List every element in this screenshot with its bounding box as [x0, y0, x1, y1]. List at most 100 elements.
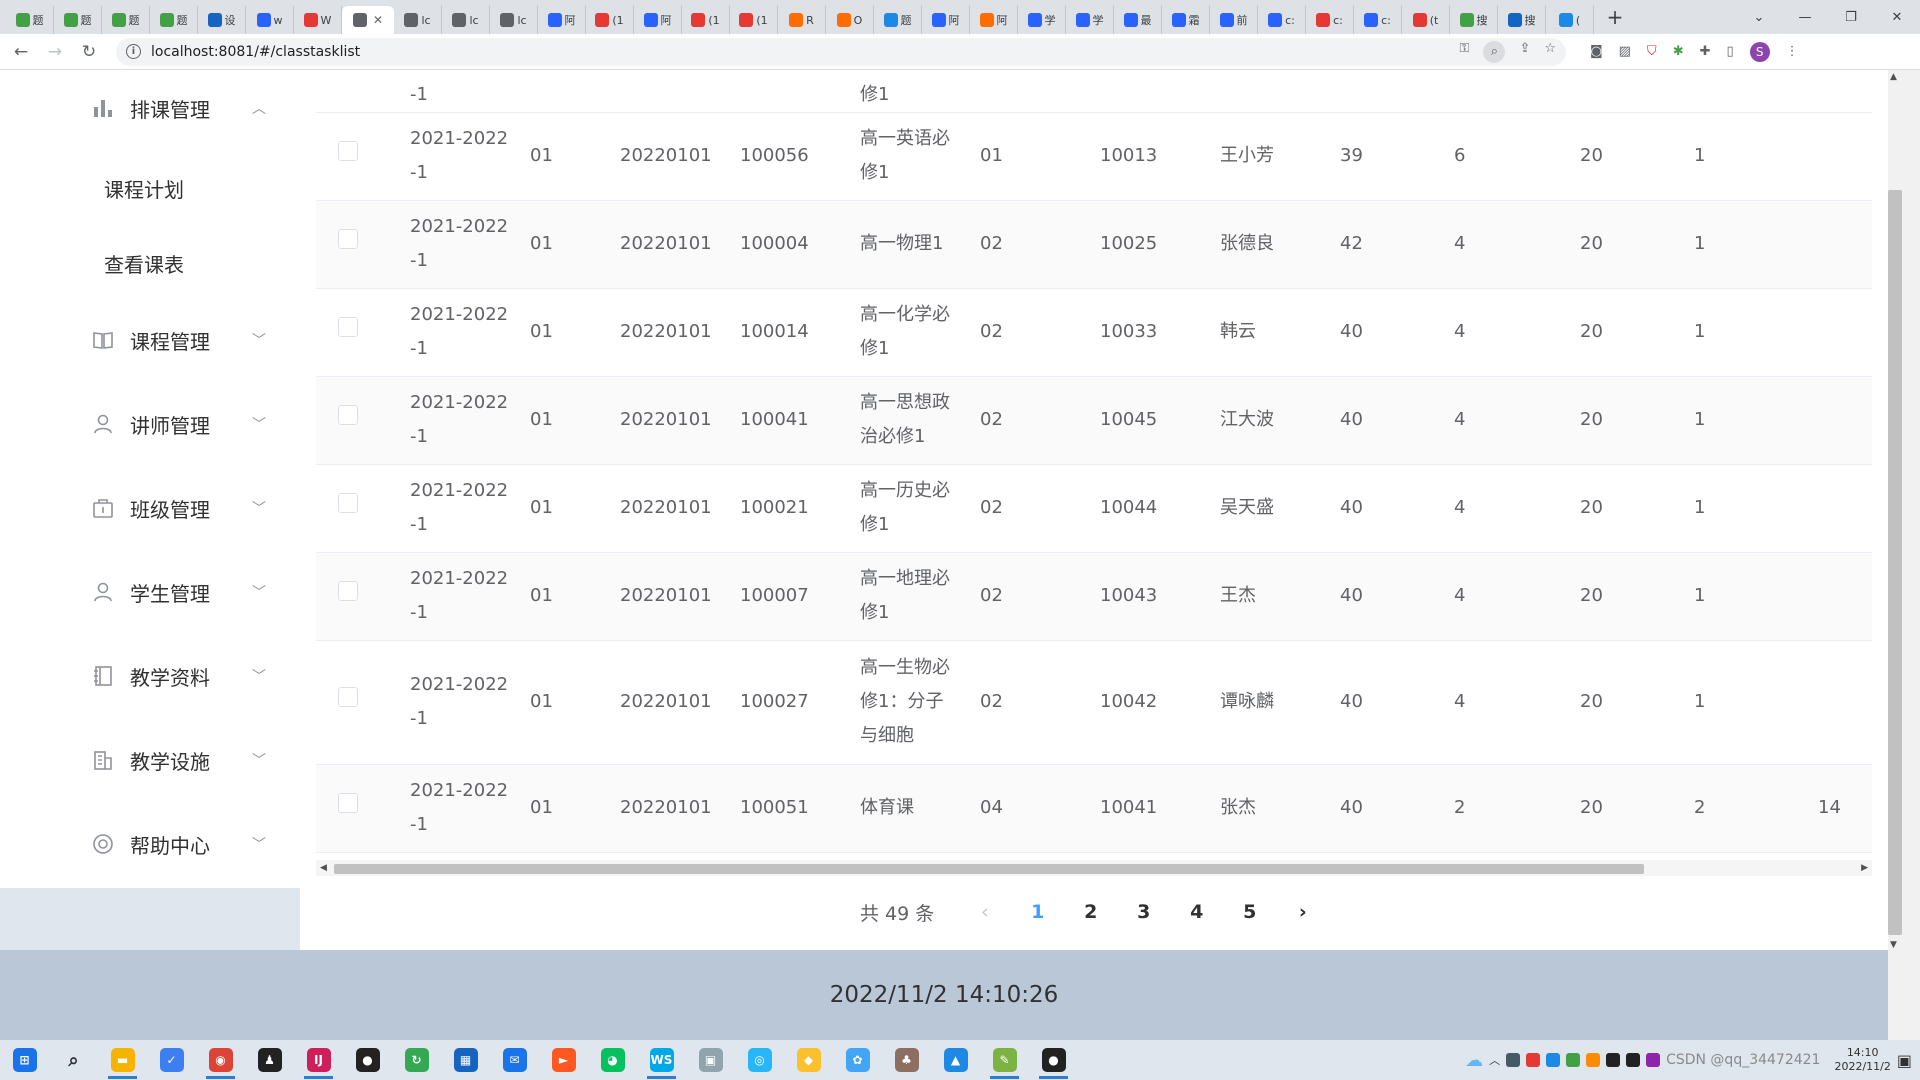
horizontal-scrollbar[interactable]: ◀ ▶ [316, 860, 1872, 876]
browser-tab[interactable]: c: [1306, 6, 1354, 34]
vertical-scrollbar[interactable]: ▲ ▼ [1888, 70, 1920, 1040]
taskbar-photos[interactable]: ▣ [686, 1040, 735, 1080]
new-tab-button[interactable]: + [1598, 5, 1632, 29]
browser-tab[interactable]: c: [1354, 6, 1402, 34]
sidebar-group-class[interactable]: 班级管理 ﹀ [0, 478, 300, 538]
minimize-button[interactable]: — [1782, 0, 1828, 34]
forward-button[interactable]: → [42, 42, 68, 62]
vertical-scroll-thumb[interactable] [1888, 190, 1902, 935]
shield-extension-icon[interactable]: ⛉ [1647, 44, 1657, 59]
bookmark-star-icon[interactable]: ☆ [1544, 41, 1556, 63]
sidebar-group-course[interactable]: 课程管理 ﹀ [0, 310, 300, 370]
row-checkbox[interactable] [338, 793, 358, 813]
tray-app-icon[interactable] [1526, 1053, 1541, 1067]
browser-tab[interactable]: 题 [150, 6, 198, 34]
row-checkbox[interactable] [338, 687, 358, 707]
restore-button[interactable]: ❐ [1828, 0, 1874, 34]
horizontal-scroll-thumb[interactable] [334, 864, 1644, 874]
share-icon[interactable]: ⇪ [1519, 41, 1530, 63]
browser-tab[interactable]: lc [490, 6, 538, 34]
browser-tab[interactable]: 题 [54, 6, 102, 34]
browser-tab[interactable]: 题 [102, 6, 150, 34]
taskbar-refresh-app[interactable]: ↻ [392, 1040, 441, 1080]
tray-app-icon[interactable] [1626, 1053, 1641, 1067]
taskbar-browser-2[interactable]: ◎ [735, 1040, 784, 1080]
camera-icon[interactable]: ◙ [1590, 44, 1603, 59]
prev-page-button[interactable]: ‹ [958, 901, 1011, 923]
tray-app-icon[interactable] [1506, 1053, 1521, 1067]
tray-overflow-icon[interactable]: ︿ [1489, 1052, 1500, 1068]
browser-tab[interactable]: 最 [1114, 6, 1162, 34]
taskbar-clock[interactable]: 14:10 2022/11/2 [1834, 1046, 1890, 1074]
browser-tab[interactable]: R [778, 6, 826, 34]
back-button[interactable]: ← [8, 42, 34, 62]
tray-app-icon[interactable] [1646, 1053, 1661, 1067]
taskbar-recorder-2[interactable]: ● [1029, 1040, 1078, 1080]
scroll-up-icon[interactable]: ▲ [1890, 72, 1897, 82]
browser-tab[interactable]: (1 [730, 6, 778, 34]
browser-tab[interactable]: (1 [682, 6, 730, 34]
sidebar-group-help[interactable]: 帮助中心 ﹀ [0, 814, 300, 874]
tray-app-icon[interactable] [1586, 1053, 1601, 1067]
sidebar-group-materials[interactable]: 教学资料 ﹀ [0, 646, 300, 706]
key-icon[interactable]: ⚿ [1460, 41, 1470, 63]
taskbar-recorder[interactable]: ● [343, 1040, 392, 1080]
close-window-button[interactable]: ✕ [1874, 0, 1920, 34]
puzzle-green-icon[interactable]: ✱ [1673, 44, 1684, 59]
browser-tab[interactable]: W [294, 6, 342, 34]
taskbar-mail[interactable]: ✉ [490, 1040, 539, 1080]
page-button-1[interactable]: 1 [1011, 901, 1064, 923]
row-checkbox[interactable] [338, 405, 358, 425]
tray-app-icon[interactable] [1546, 1053, 1561, 1067]
taskbar-webstorm[interactable]: WS [637, 1040, 686, 1080]
sidebar-group-student[interactable]: 学生管理 ﹀ [0, 562, 300, 622]
site-info-icon[interactable]: i [126, 44, 141, 59]
row-checkbox[interactable] [338, 229, 358, 249]
browser-tab[interactable]: lc [442, 6, 490, 34]
taskbar-store[interactable]: ▦ [441, 1040, 490, 1080]
row-checkbox[interactable] [338, 493, 358, 513]
browser-tab[interactable]: 设 [198, 6, 246, 34]
taskbar-app-orange[interactable]: ► [539, 1040, 588, 1080]
sidebar-group-teacher[interactable]: 讲师管理 ﹀ [0, 394, 300, 454]
browser-tab[interactable]: 学 [1018, 6, 1066, 34]
taskbar-file-explorer[interactable]: ▬ [98, 1040, 147, 1080]
scroll-down-icon[interactable]: ▼ [1890, 940, 1897, 950]
browser-tab[interactable]: lc [394, 6, 442, 34]
taskbar-start[interactable]: ⊞ [0, 1040, 49, 1080]
next-page-button[interactable]: › [1276, 901, 1329, 923]
sidebar-item-view-timetable[interactable]: 查看课表 [0, 235, 300, 291]
row-checkbox[interactable] [338, 141, 358, 161]
row-checkbox[interactable] [338, 317, 358, 337]
browser-tab[interactable]: 阿 [634, 6, 682, 34]
taskbar-qq[interactable]: ♟ [245, 1040, 294, 1080]
browser-tab[interactable]: w [246, 6, 294, 34]
reload-button[interactable]: ↻ [76, 42, 102, 62]
taskbar-chrome[interactable]: ◉ [196, 1040, 245, 1080]
zoom-icon[interactable]: ⌕ [1483, 40, 1506, 63]
tab-search-icon[interactable]: ⌄ [1736, 0, 1782, 34]
taskbar-app-pink[interactable]: ♣ [882, 1040, 931, 1080]
scroll-left-icon[interactable]: ◀ [320, 860, 327, 876]
browser-tab[interactable]: (t [1402, 6, 1450, 34]
browser-tab[interactable]: 阿 [970, 6, 1018, 34]
browser-menu-icon[interactable]: ⋮ [1786, 44, 1799, 59]
tab-close-icon[interactable]: ✕ [373, 13, 383, 27]
page-button-5[interactable]: 5 [1223, 901, 1276, 923]
browser-tab[interactable]: O [826, 6, 874, 34]
browser-tab[interactable]: 学 [1066, 6, 1114, 34]
taskbar-app-yellow[interactable]: ◆ [784, 1040, 833, 1080]
taskbar-app-cloud[interactable]: ✿ [833, 1040, 882, 1080]
image-extension-icon[interactable]: ▨ [1619, 44, 1631, 59]
page-button-2[interactable]: 2 [1064, 901, 1117, 923]
browser-tab[interactable]: ( [1546, 6, 1594, 34]
address-bar[interactable]: i localhost:8081/#/classtasklist ⚿ ⌕ ⇪ ☆ [116, 37, 1566, 66]
row-checkbox[interactable] [338, 581, 358, 601]
sidebar-group-scheduling[interactable]: 排课管理 ︿ [0, 78, 300, 138]
taskbar-app-blue[interactable]: ✓ [147, 1040, 196, 1080]
sidebar-item-course-plan[interactable]: 课程计划 [0, 160, 300, 216]
sidebar-group-facilities[interactable]: 教学设施 ﹀ [0, 730, 300, 790]
scroll-right-icon[interactable]: ▶ [1861, 860, 1868, 876]
browser-tab[interactable]: 霜 [1162, 6, 1210, 34]
browser-tab[interactable]: 搜 [1450, 6, 1498, 34]
